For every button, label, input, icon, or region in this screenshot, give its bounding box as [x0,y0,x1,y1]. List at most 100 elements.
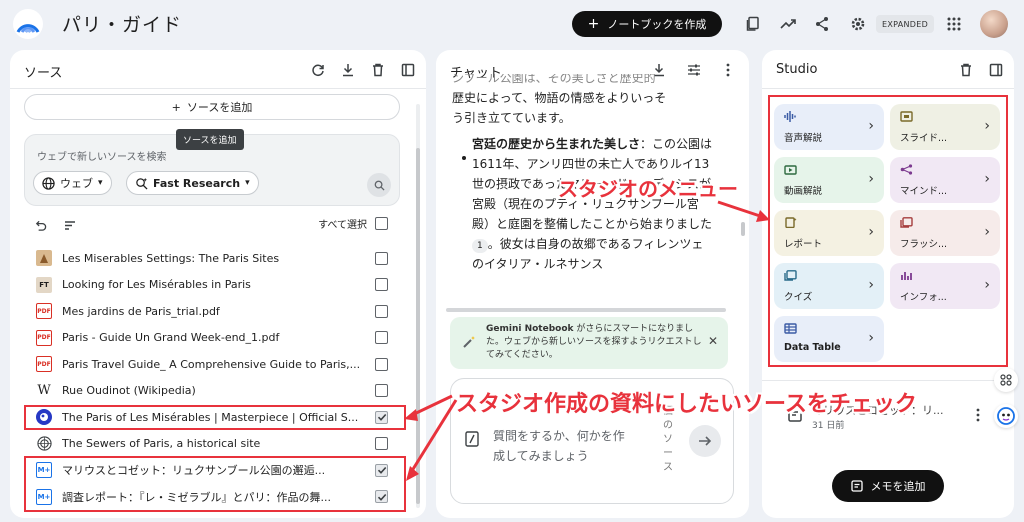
chevron-down-icon: ▾ [98,178,103,188]
send-button[interactable] [689,425,721,457]
sources-header-divider [10,88,426,89]
chat-bullet: 宮廷の歴史から生まれた美しさ：この公園は1611年、アンリ四世の未亡人でありルイ… [452,134,714,274]
wikipedia-icon: W [37,383,51,398]
image-thumbnail-icon [36,250,52,266]
source-checkbox[interactable] [375,384,388,397]
chat-bullet-heading: 宮廷の歴史から生まれた美しさ [472,137,641,151]
source-checkbox[interactable] [375,331,388,344]
undo-icon[interactable] [34,219,47,232]
note-add-icon [850,480,863,492]
settings-icon[interactable] [846,12,870,36]
more-vert-icon[interactable] [976,408,980,422]
source-checkbox[interactable] [375,304,388,318]
pdf-icon: PDF [36,356,52,372]
chat-bullet-text-2: 。彼女は自身の故郷であるフィレンツェのイタリア・ルネサンス [472,237,704,271]
source-title: Looking for Les Misérables in Paris [62,278,251,291]
source-checkbox[interactable] [375,278,388,291]
gemini-notice-brand: Gemini Notebook [486,324,574,334]
studio-divider [762,380,1014,381]
search-icon [374,180,385,191]
bullet-dot [462,156,466,160]
research-chip-label: Fast Research [153,176,241,190]
expanded-badge: EXPANDED [876,15,935,33]
app-logo[interactable] [12,8,44,40]
gemini-notice-text: Gemini Notebook がさらにスマートになりました。ウェブから新しいソ… [486,323,704,362]
memo-date: 31 日前 [812,421,845,431]
collapse-panel-icon[interactable] [398,60,418,80]
source-item[interactable]: PDF Paris Travel Guide_ A Comprehensive G… [24,351,400,377]
pdf-icon: PDF [36,329,52,346]
chat-line: 歴史によって、物語の情感をよりいっそ [452,91,667,105]
add-source-button[interactable]: + ソースを追加 [24,94,400,120]
magic-wand-icon [463,336,475,348]
studio-panel-title: Studio [776,62,818,77]
plus-icon: + [171,100,181,114]
user-avatar[interactable] [980,10,1008,38]
add-memo-button[interactable]: メモを追加 [832,470,944,502]
chat-panel: チャット ンブール公園は、その美しさと歴史的 歴史によって、物語の情感をよりいっ… [436,50,749,518]
analytics-icon[interactable] [776,12,800,36]
chat-line: ンブール公園は、その美しさと歴史的 [452,74,656,85]
select-all-label: すべて選択 [318,220,367,231]
source-title: Mes jardins de Paris_trial.pdf [62,304,220,318]
sources-panel-title: ソース [24,66,63,81]
source-item[interactable]: The Sewers of Paris, a historical site [24,431,400,457]
add-source-label: ソースを追加 [186,101,253,114]
delete-icon[interactable] [368,60,388,80]
sparkle-search-icon [136,177,148,190]
arrow-right-icon [699,436,712,446]
notebook-title[interactable]: パリ・ガイド [62,10,182,37]
chevron-down-icon: ▾ [245,178,250,188]
delete-icon[interactable] [956,60,976,80]
search-submit-button[interactable] [367,173,391,197]
research-mode-dropdown[interactable]: Fast Research ▾ [126,171,259,195]
add-memo-label: メモを追加 [870,480,926,493]
collapse-panel-icon[interactable] [986,60,1006,80]
grid-shortcut-icon[interactable] [994,368,1018,392]
citation-chip[interactable]: 1 [472,239,488,253]
source-title: Rue Oudinot (Wikipedia) [62,384,196,397]
source-checkbox[interactable] [375,357,388,371]
studio-header-divider [762,88,1014,89]
select-all-checkbox[interactable] [375,217,388,230]
web-chip-label: ウェブ [60,177,93,190]
source-item[interactable]: W Rue Oudinot (Wikipedia) [24,378,400,404]
notebook-copy-icon[interactable] [741,12,765,36]
create-notebook-label: ノートブックを作成 [607,18,707,31]
web-source-icon [36,436,52,452]
share-icon[interactable] [810,12,834,36]
source-checkbox[interactable] [375,251,388,265]
gemini-notice: Gemini Notebook がさらにスマートになりました。ウェブから新しいソ… [450,317,728,369]
chat-horizontal-scrollbar[interactable] [446,308,726,312]
add-source-tooltip: ソースを追加 [176,129,244,150]
source-title: Paris - Guide Un Grand Week-end_1.pdf [62,331,280,344]
source-checkbox[interactable] [375,437,388,450]
source-item[interactable]: Les Miserables Settings: The Paris Sites [24,245,400,271]
annotation-check-sources: スタジオ作成の資料にしたいソースをチェック [456,392,917,417]
source-item[interactable]: PDF Mes jardins de Paris_trial.pdf [24,298,400,324]
chat-scrollbar[interactable] [741,222,745,236]
more-vert-icon[interactable] [718,60,738,80]
highlight-checked-source-2 [24,456,406,512]
annotation-studio-menu: スタジオのメニュー [558,177,738,201]
top-header: パリ・ガイド + ノートブックを作成 EXPANDED [0,0,1024,48]
chat-input[interactable]: 質問をするか、何かを作成してみましょう [493,426,633,466]
web-search-input[interactable]: ウェブで新しいソースを検索 [37,148,167,163]
ft-logo-icon: FT [36,276,52,293]
apps-grid-icon[interactable] [942,12,966,36]
web-source-dropdown[interactable]: ウェブ ▾ [33,171,112,195]
source-list-toolbar: すべて選択 [24,216,400,236]
create-notebook-button[interactable]: + ノートブックを作成 [572,11,722,37]
sort-icon[interactable] [64,220,76,231]
select-all[interactable]: すべて選択 [318,216,388,231]
highlight-checked-source-1 [24,405,406,430]
source-item[interactable]: PDF Paris - Guide Un Grand Week-end_1.pdf [24,325,400,351]
source-item[interactable]: FT Looking for Les Misérables in Paris [24,272,400,298]
refresh-icon[interactable] [308,60,328,80]
source-title: Paris Travel Guide_ A Comprehensive Guid… [62,357,361,371]
close-icon[interactable]: ✕ [708,335,718,348]
assistant-face-icon[interactable] [994,404,1018,428]
source-title: The Sewers of Paris, a historical site [62,437,261,450]
sources-panel: ソース + ソースを追加 ソースを追加 ウェブで新しいソースを検索 ウェブ ▾ … [10,50,426,518]
download-icon[interactable] [338,60,358,80]
